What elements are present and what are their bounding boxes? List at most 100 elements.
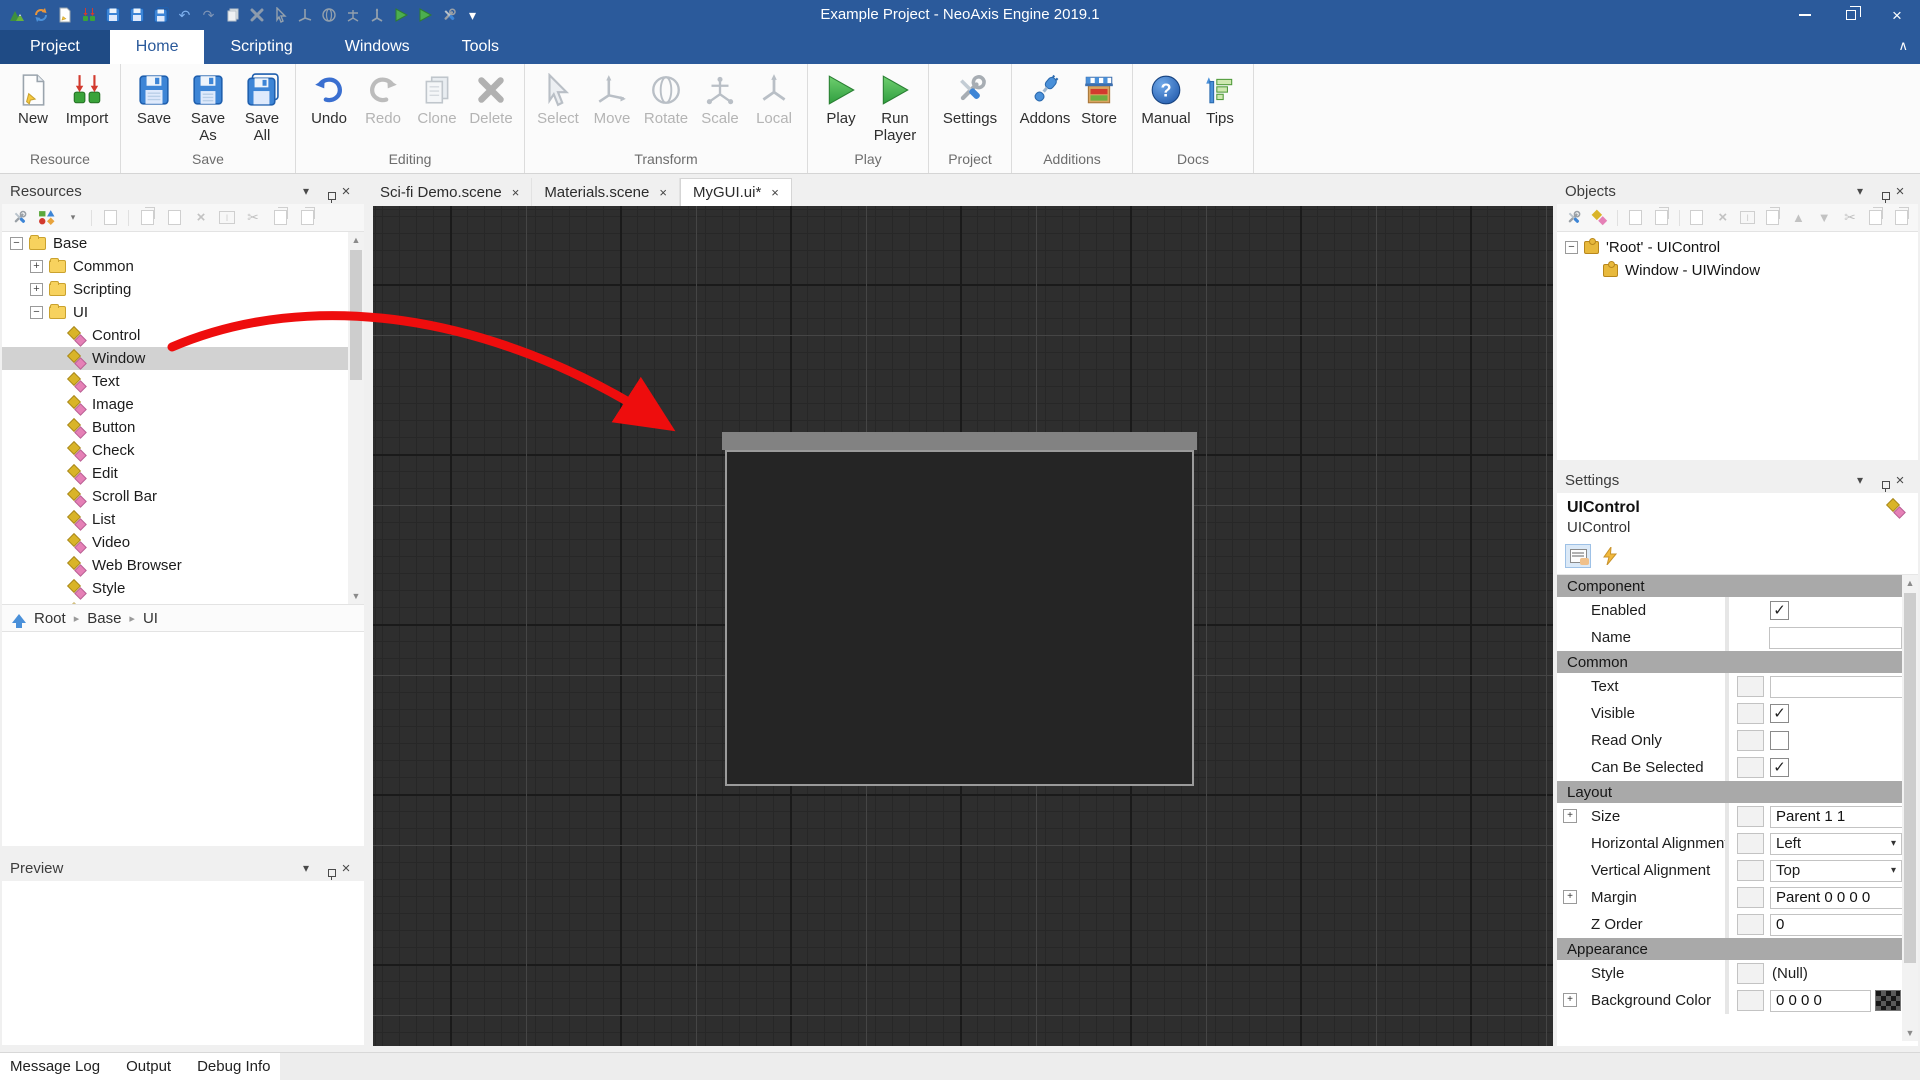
navigate-up-icon[interactable]	[12, 613, 26, 628]
manual-button[interactable]: ? Manual	[1139, 70, 1193, 128]
tree-item-control[interactable]: Control	[2, 324, 364, 347]
vertical-alignment-dropdown[interactable]: Top ▾	[1770, 859, 1902, 882]
save-as-button[interactable]: Save As	[181, 70, 235, 145]
settings-close-icon[interactable]: ×	[1890, 472, 1910, 489]
save-button[interactable]: Save	[127, 70, 181, 128]
tab-windows[interactable]: Windows	[319, 30, 436, 64]
close-button[interactable]: ×	[1874, 0, 1920, 30]
visible-checkbox[interactable]: ✓	[1770, 704, 1789, 723]
can-be-selected-checkbox[interactable]: ✓	[1770, 758, 1789, 777]
preview-menu-caret-icon[interactable]: ▾	[296, 861, 316, 875]
text-default-button[interactable]	[1737, 676, 1764, 697]
read-only-default-button[interactable]	[1737, 730, 1764, 751]
uiwindow-control[interactable]	[722, 432, 1197, 786]
events-tab[interactable]	[1597, 544, 1623, 568]
restore-button[interactable]	[1828, 0, 1874, 30]
tree-item-combo[interactable]: Combo	[2, 600, 364, 604]
objects-item-root[interactable]: − 'Root' - UIControl	[1557, 236, 1918, 259]
tab-close-icon[interactable]: ×	[659, 185, 667, 200]
addons-button[interactable]: Addons	[1018, 70, 1072, 128]
margin-expander-icon[interactable]: +	[1563, 890, 1577, 904]
size-default-button[interactable]	[1737, 806, 1764, 827]
tree-item-check[interactable]: Check	[2, 439, 364, 462]
tips-button[interactable]: Tips	[1193, 70, 1247, 128]
undo-button[interactable]: Undo	[302, 70, 356, 128]
tree-item-window[interactable]: Window	[2, 347, 364, 370]
background-color-input[interactable]	[1770, 989, 1871, 1012]
scrollbar-thumb[interactable]	[1904, 593, 1916, 963]
doc-tab-scifi-demo[interactable]: Sci-fi Demo.scene ×	[368, 178, 533, 206]
enabled-checkbox[interactable]: ✓	[1770, 601, 1789, 620]
scroll-up-icon[interactable]: ▲	[1902, 575, 1918, 591]
tree-item-button[interactable]: Button	[2, 416, 364, 439]
scroll-down-icon[interactable]: ▼	[1902, 1025, 1918, 1041]
breadcrumb-ui[interactable]: UI	[143, 610, 158, 627]
z-order-input[interactable]	[1770, 913, 1903, 936]
minimize-button[interactable]	[1782, 0, 1828, 30]
objects-menu-caret-icon[interactable]: ▾	[1850, 184, 1870, 198]
properties-tab[interactable]	[1565, 544, 1591, 568]
style-default-button[interactable]	[1737, 963, 1764, 984]
doc-tab-materials[interactable]: Materials.scene ×	[532, 178, 680, 206]
scroll-down-icon[interactable]: ▼	[348, 588, 364, 604]
play-button[interactable]: Play	[814, 70, 868, 128]
margin-default-button[interactable]	[1737, 887, 1764, 908]
vertical-alignment-default-button[interactable]	[1737, 860, 1764, 881]
new-button[interactable]: New	[6, 70, 60, 128]
can-be-selected-default-button[interactable]	[1737, 757, 1764, 778]
margin-input[interactable]	[1770, 886, 1903, 909]
collapse-expander-icon[interactable]: −	[30, 306, 43, 319]
breadcrumb-base[interactable]: Base	[87, 610, 121, 627]
uiwindow-body[interactable]	[725, 450, 1194, 786]
text-input[interactable]	[1770, 675, 1903, 698]
size-expander-icon[interactable]: +	[1563, 809, 1577, 823]
objects-component-icon[interactable]	[1591, 209, 1608, 227]
tab-tools[interactable]: Tools	[436, 30, 525, 64]
resources-close-icon[interactable]: ×	[336, 183, 356, 200]
store-button[interactable]: Store	[1072, 70, 1126, 128]
expand-expander-icon[interactable]: +	[30, 283, 43, 296]
background-color-swatch[interactable]	[1875, 990, 1901, 1011]
background-color-default-button[interactable]	[1737, 990, 1764, 1011]
horizontal-alignment-dropdown[interactable]: Left ▾	[1770, 832, 1902, 855]
expand-expander-icon[interactable]: +	[30, 260, 43, 273]
ui-editor-canvas[interactable]	[373, 206, 1553, 1046]
tab-home[interactable]: Home	[109, 30, 205, 64]
resources-options-icon[interactable]	[10, 209, 28, 227]
tab-scripting[interactable]: Scripting	[204, 30, 318, 64]
ribbon-collapse-chevron-icon[interactable]: ∧	[1898, 38, 1908, 54]
tree-item-text[interactable]: Text	[2, 370, 364, 393]
objects-options-icon[interactable]	[1565, 209, 1582, 227]
background-color-expander-icon[interactable]: +	[1563, 993, 1577, 1007]
tab-close-icon[interactable]: ×	[512, 185, 520, 200]
tree-item-web-browser[interactable]: Web Browser	[2, 554, 364, 577]
save-all-button[interactable]: Save All	[235, 70, 289, 145]
settings-menu-caret-icon[interactable]: ▾	[1850, 473, 1870, 487]
breadcrumb-root[interactable]: Root	[34, 610, 66, 627]
tree-item-video[interactable]: Video	[2, 531, 364, 554]
size-input[interactable]	[1770, 805, 1903, 828]
settings-scrollbar[interactable]: ▲ ▼	[1902, 575, 1918, 1041]
objects-item-window[interactable]: Window - UIWindow	[1557, 259, 1918, 282]
name-input[interactable]	[1769, 626, 1902, 649]
z-order-default-button[interactable]	[1737, 914, 1764, 935]
resources-menu-caret-icon[interactable]: ▾	[296, 184, 316, 198]
uiwindow-titlebar[interactable]	[722, 432, 1197, 450]
visible-default-button[interactable]	[1737, 703, 1764, 724]
settings-button[interactable]: Settings	[935, 70, 1005, 128]
horizontal-alignment-default-button[interactable]	[1737, 833, 1764, 854]
resources-filter-shapes-icon[interactable]	[37, 209, 55, 227]
tree-item-image[interactable]: Image	[2, 393, 364, 416]
tree-item-scripting[interactable]: + Scripting	[2, 278, 364, 301]
import-button[interactable]: Import	[60, 70, 114, 128]
collapse-expander-icon[interactable]: −	[1565, 241, 1578, 254]
objects-close-icon[interactable]: ×	[1890, 183, 1910, 200]
tab-project[interactable]: Project	[0, 30, 110, 64]
preview-close-icon[interactable]: ×	[336, 860, 356, 877]
resources-scrollbar[interactable]: ▲ ▼	[348, 232, 364, 604]
tree-item-edit[interactable]: Edit	[2, 462, 364, 485]
scroll-up-icon[interactable]: ▲	[348, 232, 364, 248]
tree-item-ui[interactable]: − UI	[2, 301, 364, 324]
collapse-expander-icon[interactable]: −	[10, 237, 23, 250]
tree-item-base[interactable]: − Base	[2, 232, 364, 255]
